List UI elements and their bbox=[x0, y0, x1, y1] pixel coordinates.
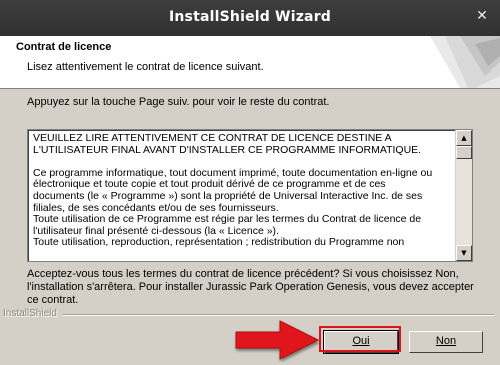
installshield-window: InstallShield Wizard ✕ Contrat de licenc… bbox=[0, 0, 500, 365]
scroll-thumb[interactable] bbox=[456, 146, 472, 159]
acceptance-question: Acceptez-vous tous les termes du contrat… bbox=[27, 268, 474, 306]
yes-button-label: Oui bbox=[352, 335, 370, 347]
installshield-brand: InstallShield bbox=[3, 308, 57, 319]
license-textbox[interactable]: VEUILLEZ LIRE ATTENTIVEMENT CE CONTRAT D… bbox=[27, 129, 473, 262]
header-decoration-icon bbox=[430, 36, 500, 88]
scroll-up-icon[interactable]: ▲ bbox=[456, 130, 472, 146]
no-button[interactable]: Non bbox=[409, 331, 483, 353]
pointer-arrow-icon bbox=[235, 320, 320, 360]
wizard-header: Contrat de licence Lisez attentivement l… bbox=[0, 36, 500, 89]
title-bar: InstallShield Wizard ✕ bbox=[0, 0, 500, 36]
yes-button[interactable]: Oui bbox=[323, 330, 399, 354]
page-title: Contrat de licence bbox=[16, 41, 112, 53]
instruction-text: Appuyez sur la touche Page suiv. pour vo… bbox=[27, 96, 330, 108]
license-text: VEUILLEZ LIRE ATTENTIVEMENT CE CONTRAT D… bbox=[33, 133, 433, 249]
scroll-down-icon[interactable]: ▼ bbox=[456, 245, 472, 261]
license-scrollbar[interactable]: ▲ ▼ bbox=[455, 130, 472, 261]
brand-divider bbox=[62, 314, 494, 316]
close-icon[interactable]: ✕ bbox=[474, 8, 490, 24]
page-subtitle: Lisez attentivement le contrat de licenc… bbox=[27, 61, 264, 73]
window-title: InstallShield Wizard bbox=[168, 9, 332, 25]
no-button-label: Non bbox=[435, 335, 457, 347]
